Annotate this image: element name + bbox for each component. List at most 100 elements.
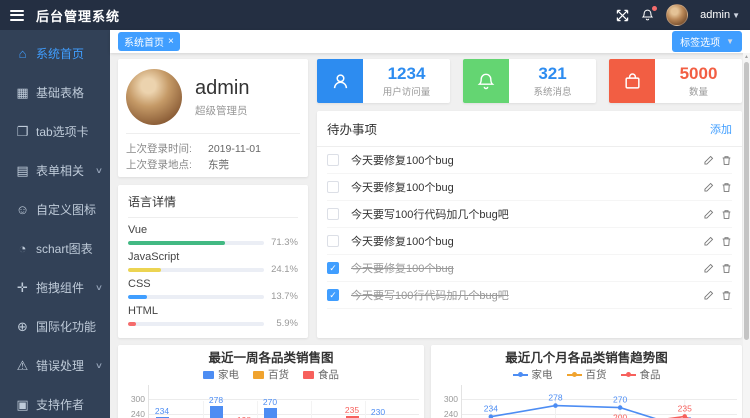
language-card-title: 语言详情 xyxy=(128,193,298,218)
todo-checkbox[interactable]: ✓ xyxy=(327,262,339,274)
sidebar-item-icon: ▦ xyxy=(14,85,31,101)
sidebar-item-label: 基础表格 xyxy=(36,84,84,101)
app-title: 后台管理系统 xyxy=(36,6,120,25)
edit-icon[interactable] xyxy=(703,209,714,220)
sidebar-item[interactable]: ✛ 拖拽组件 ∨ xyxy=(0,268,110,307)
menu-toggle-icon[interactable] xyxy=(10,7,26,23)
stat-card-messages[interactable]: 321 系统消息 xyxy=(463,59,596,103)
language-row: CSS 13.7% xyxy=(128,278,298,302)
notification-badge xyxy=(652,6,657,11)
progress-bar xyxy=(128,322,264,326)
sidebar-item[interactable]: ⚠ 错误处理 ∨ xyxy=(0,346,110,385)
fullscreen-icon[interactable] xyxy=(616,9,629,22)
scrollbar-up-arrow[interactable]: ▲ xyxy=(743,53,750,61)
todo-item[interactable]: 今天要修复100个bug xyxy=(327,174,732,201)
language-name: Vue xyxy=(128,224,298,237)
progress-fill xyxy=(128,241,225,245)
delete-icon[interactable] xyxy=(721,182,732,193)
todo-checkbox[interactable] xyxy=(327,154,339,166)
sidebar-item[interactable]: ▦ 基础表格 ∨ xyxy=(0,73,110,112)
todo-text: 今天要修复100个bug xyxy=(351,260,454,276)
edit-icon[interactable] xyxy=(703,290,714,301)
chevron-down-icon: ∨ xyxy=(95,283,103,292)
sidebar-item[interactable]: ❐ tab选项卡 ∨ xyxy=(0,112,110,151)
last-login-time-label: 上次登录时间: xyxy=(126,141,208,157)
delete-icon[interactable] xyxy=(721,290,732,301)
sidebar-item[interactable]: ▣ 支持作者 ∨ xyxy=(0,385,110,418)
edit-icon[interactable] xyxy=(703,236,714,247)
legend-item: 食品 xyxy=(621,367,661,382)
todo-item[interactable]: ✓ 今天要写100行代码加几个bug吧 xyxy=(327,282,732,309)
top-header: 后台管理系统 admin ▼ xyxy=(0,0,750,30)
sidebar-item-icon: ❐ xyxy=(14,124,31,140)
sidebar-item-icon: ⌂ xyxy=(14,46,31,61)
user-menu[interactable]: admin ▼ xyxy=(700,9,740,21)
stat-value: 5000 xyxy=(680,64,718,83)
progress-percent: 5.9% xyxy=(270,318,298,329)
sidebar-item[interactable]: ▤ 表单相关 ∨ xyxy=(0,151,110,190)
close-icon[interactable]: × xyxy=(168,37,174,47)
sidebar-item-label: 自定义图标 xyxy=(36,201,96,218)
edit-icon[interactable] xyxy=(703,182,714,193)
line-chart-title: 最近几个月各品类销售趋势图 xyxy=(431,350,742,366)
stat-label: 用户访问量 xyxy=(383,84,431,98)
sidebar-item-icon: ▣ xyxy=(14,397,31,413)
stat-value: 321 xyxy=(538,64,566,83)
todo-checkbox[interactable]: ✓ xyxy=(327,289,339,301)
todo-item[interactable]: ✓ 今天要修复100个bug xyxy=(327,255,732,282)
todo-text: 今天要修复100个bug xyxy=(351,233,454,249)
progress-fill xyxy=(128,295,147,299)
tag-options-button[interactable]: 标签选项 ▼ xyxy=(672,31,742,52)
language-name: JavaScript xyxy=(128,251,298,264)
todo-item[interactable]: 今天要修复100个bug xyxy=(327,147,732,174)
sidebar-item[interactable]: ⌂ 系统首页 ∨ xyxy=(0,34,110,73)
tab-home-tag[interactable]: 系统首页 × xyxy=(118,32,180,51)
svg-text:278: 278 xyxy=(548,393,562,403)
language-name: HTML xyxy=(128,305,298,318)
stat-card-visits[interactable]: 1234 用户访问量 xyxy=(317,59,450,103)
tags-bar: 系统首页 × 标签选项 ▼ xyxy=(110,30,750,53)
sidebar-item-label: 支持作者 xyxy=(36,396,84,413)
edit-icon[interactable] xyxy=(703,263,714,274)
legend-item: 食品 xyxy=(303,367,339,382)
shopping-bag-icon xyxy=(609,59,655,103)
delete-icon[interactable] xyxy=(721,236,732,247)
scrollbar-thumb[interactable] xyxy=(744,62,749,340)
edit-icon[interactable] xyxy=(703,155,714,166)
stat-label: 系统消息 xyxy=(533,84,571,98)
user-avatar[interactable] xyxy=(666,4,688,26)
sidebar-item-icon: ⊕ xyxy=(14,319,31,335)
todo-item[interactable]: 今天要写100行代码加几个bug吧 xyxy=(327,201,732,228)
profile-role: 超级管理员 xyxy=(195,103,249,118)
sidebar-item[interactable]: ☺ 自定义图标 ∨ xyxy=(0,190,110,229)
bar xyxy=(210,406,223,418)
sidebar-item-icon: ▤ xyxy=(14,163,31,179)
stat-value: 1234 xyxy=(388,64,426,83)
sidebar-item[interactable]: ⊕ 国际化功能 ∨ xyxy=(0,307,110,346)
todo-checkbox[interactable] xyxy=(327,181,339,193)
stat-card-quantity[interactable]: 5000 数量 xyxy=(609,59,742,103)
bar-chart-plot: 60120180240300周一234164144周二278178198周三27… xyxy=(148,385,419,418)
scrollbar[interactable]: ▲ xyxy=(743,53,750,418)
language-row: JavaScript 24.1% xyxy=(128,251,298,275)
profile-card: admin 超级管理员 上次登录时间: 2019-11-01 上次登录地点 xyxy=(118,59,308,177)
last-login-place-value: 东莞 xyxy=(208,157,229,173)
sidebar-item-label: 系统首页 xyxy=(36,45,84,62)
progress-fill xyxy=(128,268,161,272)
tag-label: 系统首页 xyxy=(124,34,164,49)
language-row: HTML 5.9% xyxy=(128,305,298,329)
delete-icon[interactable] xyxy=(721,155,732,166)
delete-icon[interactable] xyxy=(721,263,732,274)
chart-legend: 家电百货食品 xyxy=(431,367,742,382)
sidebar-item[interactable]: ◔ schart图表 ∨ xyxy=(0,229,110,268)
delete-icon[interactable] xyxy=(721,209,732,220)
todo-item[interactable]: 今天要修复100个bug xyxy=(327,228,732,255)
todo-checkbox[interactable] xyxy=(327,235,339,247)
notification-bell-icon[interactable] xyxy=(641,8,654,22)
todo-checkbox[interactable] xyxy=(327,208,339,220)
sidebar-item-icon: ☺ xyxy=(14,202,31,217)
progress-percent: 71.3% xyxy=(270,237,298,248)
progress-fill xyxy=(128,322,136,326)
todo-add-link[interactable]: 添加 xyxy=(710,121,732,137)
legend-item: 家电 xyxy=(513,367,553,382)
